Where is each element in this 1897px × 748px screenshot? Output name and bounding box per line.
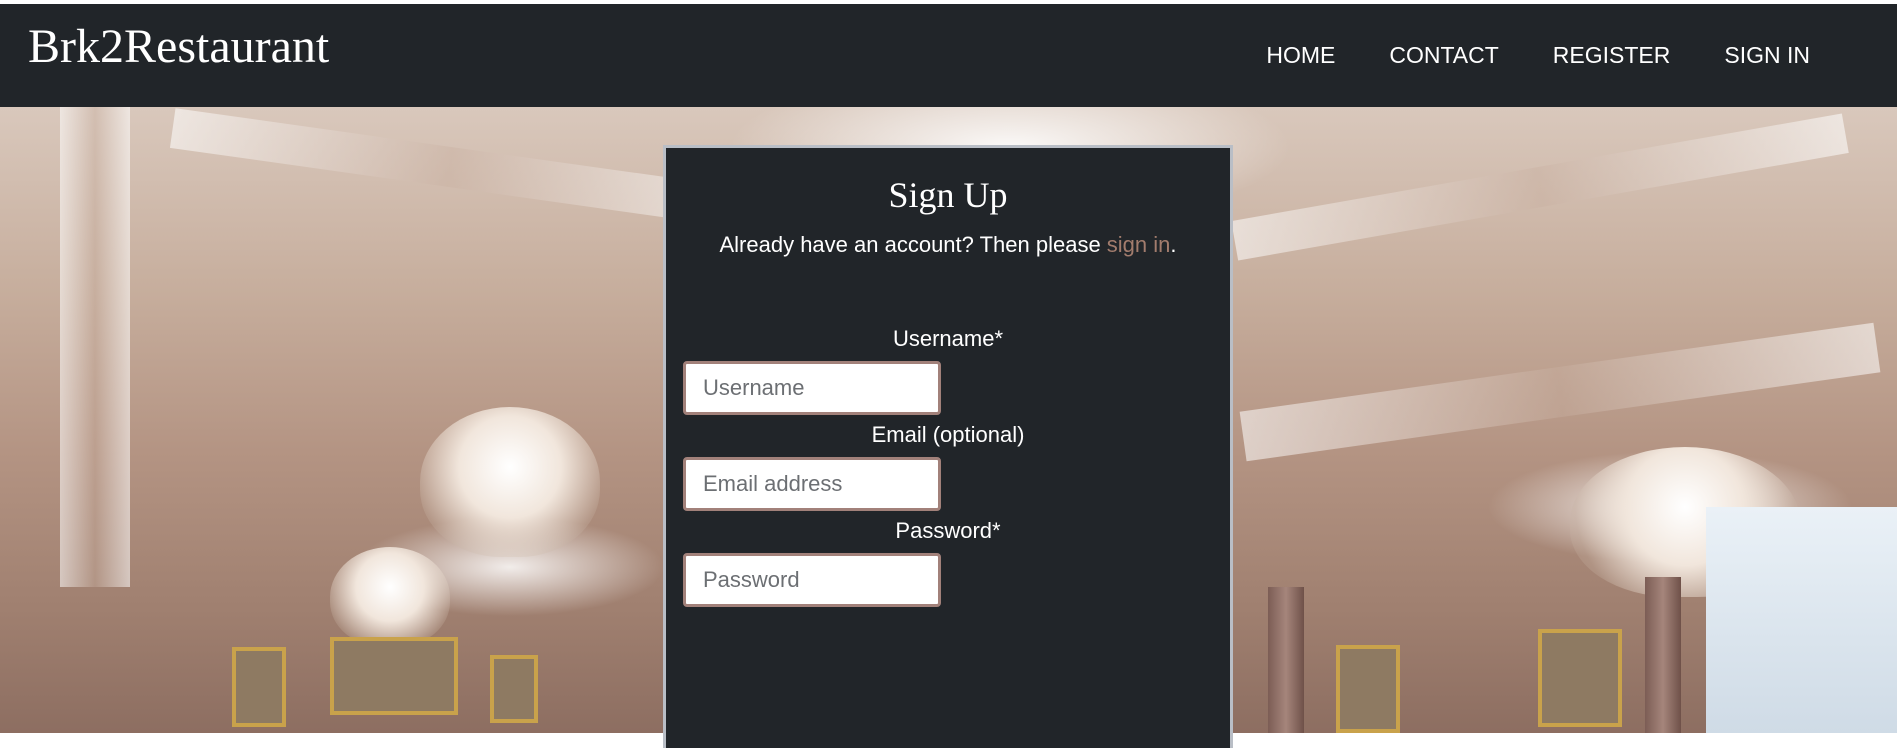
password-label: Password* (895, 518, 1001, 543)
email-label: Email (optional) (871, 422, 1025, 447)
nav-register-link[interactable]: REGISTER (1526, 34, 1698, 76)
wall-painting (1336, 645, 1400, 733)
wall-painting (1538, 629, 1622, 727)
ceiling-column (60, 107, 130, 587)
curtain (1645, 577, 1681, 733)
email-input[interactable] (683, 457, 941, 511)
signin-prompt: Already have an account? Then please sig… (666, 232, 1230, 258)
signup-panel: Sign Up Already have an account? Then pl… (663, 145, 1233, 748)
navbar: Brk2Restaurant HOME CONTACT REGISTER SIG… (0, 4, 1897, 107)
signin-prompt-text: Already have an account? Then please (719, 232, 1107, 257)
brand-logo[interactable]: Brk2Restaurant (28, 19, 329, 75)
wall-painting (330, 637, 458, 715)
curtain (1268, 587, 1304, 733)
nav-sign-in-link[interactable]: SIGN IN (1697, 34, 1837, 76)
signup-title: Sign Up (888, 175, 1008, 215)
username-input[interactable] (683, 361, 941, 415)
username-label: Username* (892, 326, 1004, 351)
nav-contact-link[interactable]: CONTACT (1362, 34, 1525, 76)
wall-painting (490, 655, 538, 723)
chandelier (330, 547, 450, 647)
password-input[interactable] (683, 553, 941, 607)
window (1706, 507, 1897, 733)
wall-painting (232, 647, 286, 727)
signin-prompt-end: . (1170, 232, 1177, 257)
nav-links: HOME CONTACT REGISTER SIGN IN (1239, 34, 1837, 76)
sign-in-link[interactable]: sign in (1107, 232, 1171, 257)
ceiling-beam (169, 108, 731, 226)
nav-home-link[interactable]: HOME (1239, 34, 1362, 76)
ceiling-beam (1239, 322, 1881, 462)
ceiling-beam (1231, 113, 1849, 261)
chandelier (420, 407, 600, 557)
